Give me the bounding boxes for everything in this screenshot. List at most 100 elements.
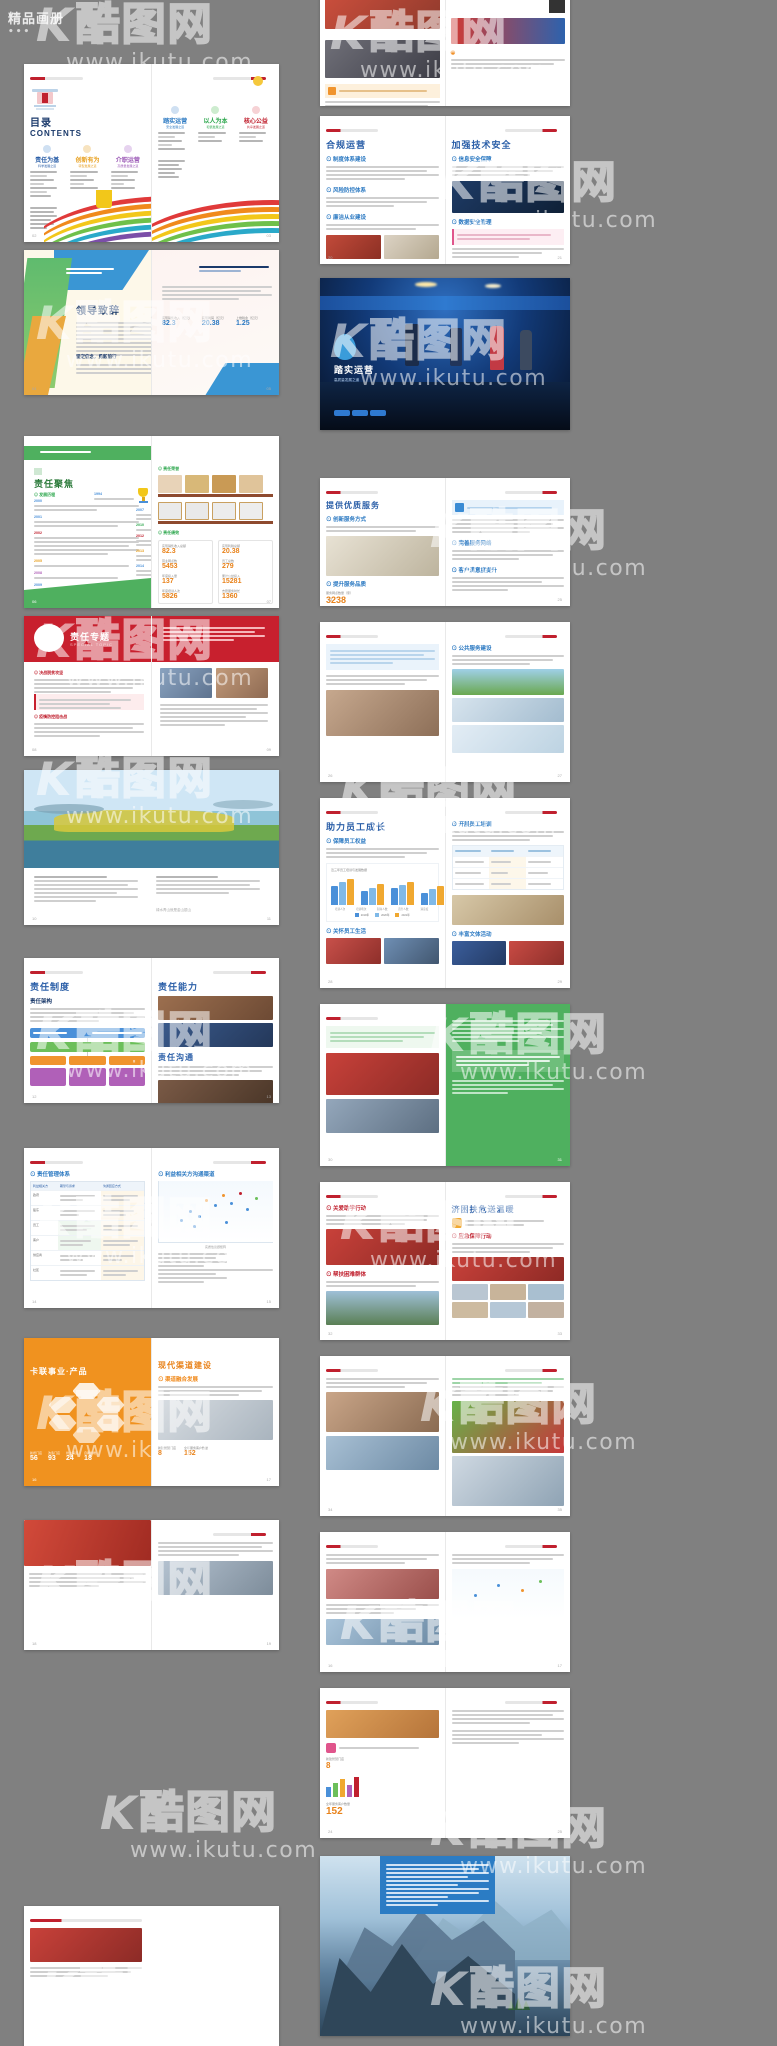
- stats-page-right: 17: [445, 1532, 570, 1672]
- timeline-year: 2002: [34, 531, 42, 535]
- stat-card: 实现利税总额 20.38 员工总数 279 累计公益投入 15281 志愿服务时…: [218, 540, 274, 604]
- event-photo: [326, 1392, 439, 1432]
- spread-responsibility-topic[interactable]: 责任专题 SPECIAL TOPIC ⊙ 决战脱贫攻坚 ⊙ 疫情防控阻击战 08: [24, 616, 279, 756]
- flow-level-manage: [30, 1042, 145, 1052]
- contents-column-6[interactable]: 核心公益 共享发展之道: [238, 106, 273, 181]
- stat-item: 全年服务客户数量 152: [184, 1446, 208, 1457]
- growth-section-1: ⊙ 保障员工权益: [326, 839, 367, 845]
- flow-level-exec: [69, 1056, 106, 1065]
- spread-scene-photos[interactable]: 18 19: [24, 1520, 279, 1650]
- spread-stats-summary[interactable]: 16 17: [320, 1532, 570, 1672]
- stat-value: 152: [184, 1450, 196, 1457]
- spread-practice-communication[interactable]: ⊙ 责任管理体系 利益相关方 期望与诉求 沟通回应方式 政府 股东 员工 客户 …: [24, 1148, 279, 1308]
- spread-compliance-tech[interactable]: 合规运营 ⊙ 制度体系建设 ⊙ 风险防控体系 ⊙ 廉洁从业建设 20 加强技术安…: [320, 116, 570, 264]
- spread-landscape[interactable]: 绿水青山就是金山银山 10 11: [24, 770, 279, 925]
- watermark-logo-letter: K: [94, 1786, 142, 1840]
- legend-swatch: [354, 913, 359, 917]
- spread-charity[interactable]: ⊙ 关爱助学行动 ⊙ 帮扶困难群体 32 济困扶危送温暖 ⊙ 应急保障行动 33: [320, 1182, 570, 1340]
- store-photo: [158, 1400, 273, 1440]
- oil-drop-icon: [334, 334, 356, 360]
- x-tick: 满意度: [420, 908, 429, 911]
- row-label: 客户: [33, 1238, 40, 1242]
- spread-event-photos[interactable]: 34 35: [320, 1356, 570, 1516]
- night-store-photo: 踏实运营 高质量发展之道: [320, 278, 570, 430]
- quality-section-1: ⊙ 创新服务方式: [326, 517, 367, 523]
- sun-icon: [253, 76, 263, 86]
- contents-column-5[interactable]: 以人为本 和谐发展之道: [198, 106, 232, 181]
- spread-quality-service[interactable]: 提供优质服务 ⊙ 创新服务方式 ⊙ 提升服务品质 服务网点数量（家） 3238 …: [320, 478, 570, 606]
- timeline-year: 2014: [136, 564, 144, 568]
- charity-thumb: [489, 1284, 526, 1300]
- ground-surface: [320, 382, 570, 430]
- spread-employee-growth[interactable]: 助力员工成长 ⊙ 保障员工权益 近三年员工培训与发展数据 培训人次 培训场次 耐…: [320, 798, 570, 988]
- page-header-rule: [213, 1161, 266, 1164]
- green-quote-card: [451, 1050, 564, 1072]
- spread-future-outlook[interactable]: [320, 1856, 570, 2036]
- legend-swatch: [375, 913, 380, 917]
- page-header-rule: [213, 971, 266, 974]
- table-row: 员工: [31, 1220, 144, 1235]
- flow-level-exec: [108, 1056, 145, 1065]
- spread-leader-message[interactable]: 领导致辞 坚定信念，勇毅前行 04 实现销售收入（亿元） 82.3 实现利润（亿…: [24, 250, 279, 395]
- spread-night-store[interactable]: 踏实运营 高质量发展之道: [320, 278, 570, 430]
- page-header-rule: [505, 635, 557, 638]
- page-header-rule: [326, 491, 378, 494]
- growth-page-right: ⊙ 开展员工培训 ⊙ 丰富文体活动 29: [445, 798, 570, 988]
- timeline-year: 2010: [136, 523, 144, 527]
- spread-orange-stats[interactable]: 新建智慧门店 8 全年服务客户数量 152 24 25: [320, 1688, 570, 1838]
- contents-column-icon: [251, 106, 260, 114]
- rainbow-graphic: [44, 190, 151, 242]
- contents-column-icon: [171, 106, 180, 114]
- table-row: 客户: [31, 1235, 144, 1250]
- contents-column-2-sub: 转型发展之道: [78, 164, 97, 168]
- leader-page-left: 领导致辞 坚定信念，勇毅前行 04: [24, 250, 151, 395]
- bar-2020: [399, 885, 406, 905]
- page-number: 21: [557, 255, 562, 260]
- nav-chip: [352, 410, 368, 416]
- products-page-left: 卡联事业·产品 新增门店 56 改造门店 93 线上渠道 24 自助终端 18 …: [24, 1338, 151, 1486]
- row-label: 员工: [33, 1223, 40, 1227]
- spread-scene-photos-top[interactable]: 19 ◉: [320, 0, 570, 106]
- page-number: 33: [557, 1331, 562, 1336]
- capability-title: 责任能力: [158, 982, 199, 992]
- spread-system-capability[interactable]: 责任制度 责任架构 12 责任能力 责任沟通 13: [24, 958, 279, 1103]
- contents-column-1-sub: 科学发展之道: [38, 164, 57, 168]
- spread-contents[interactable]: 目录 CONTENTS 责任为基 科学发展之道 创新有为 转型发展之道 介职运营…: [24, 64, 279, 242]
- system-page-right: 责任能力 责任沟通 13: [152, 958, 279, 1103]
- contents-page-left: 目录 CONTENTS 责任为基 科学发展之道 创新有为 转型发展之道 介职运营…: [24, 64, 151, 242]
- topic-photo-1: [159, 668, 212, 698]
- watermark-logo-cn: 酷图网: [75, 0, 214, 50]
- focus-page-right: ⊙ 责任荣誉 ⊙ 责任绩效 实现销售收入总额 82.3 营业网点数 5453 年…: [151, 436, 279, 608]
- stat-value: 20.38: [202, 320, 220, 327]
- green-photo-2: [326, 1099, 439, 1133]
- topic-section-1: ⊙ 决战脱贫攻坚: [34, 670, 64, 675]
- page-header-rule: [326, 1017, 378, 1020]
- preview-canvas: 精品画册 ••• 目录 CONTENTS 责任为基 科学发展之道 创新有为 转型…: [0, 0, 777, 2046]
- chart-title: 近三年员工培训与发展数据: [331, 868, 368, 872]
- bar-2019: [391, 888, 398, 905]
- nav-chip: [370, 410, 386, 416]
- flow-level-exec: [30, 1056, 67, 1065]
- bottom-partial-page: [24, 1906, 279, 2046]
- scene-photo: [325, 0, 440, 29]
- timeline-year: 2007: [136, 508, 144, 512]
- timeline-year: 2001: [34, 515, 42, 519]
- comm-section: ⊙ 利益相关方沟通渠道: [158, 1172, 215, 1178]
- banner-text: [40, 451, 91, 453]
- spread-green[interactable]: 30 31: [320, 1004, 570, 1166]
- spread-products-channels[interactable]: 卡联事业·产品 新增门店 56 改造门店 93 线上渠道 24 自助终端 18 …: [24, 1338, 279, 1486]
- spread-bottom-partial-left[interactable]: [24, 1906, 279, 2046]
- ceiling-light: [415, 282, 437, 287]
- contents-emblem: [32, 86, 58, 110]
- spread-responsibility-focus[interactable]: 责任聚焦 ⊙ 发展历程 2000 2001 2002 2005 2008 200…: [24, 436, 279, 608]
- scatter-chart: [158, 1181, 273, 1243]
- org-flow-diagram: [30, 1028, 145, 1086]
- scene-photo: [157, 1561, 274, 1595]
- contents-column-4[interactable]: 踏实运营 安全发展之道: [158, 106, 192, 181]
- flow-level-supervise: [30, 1068, 67, 1086]
- scene-page-right: 19: [151, 1520, 279, 1650]
- page-number: 10: [32, 916, 37, 921]
- contents-column-6-label: 核心公益: [243, 119, 268, 125]
- chart-bars: [331, 875, 444, 905]
- spread-public-service[interactable]: 26 ⊙ 公共服务建设 27: [320, 622, 570, 782]
